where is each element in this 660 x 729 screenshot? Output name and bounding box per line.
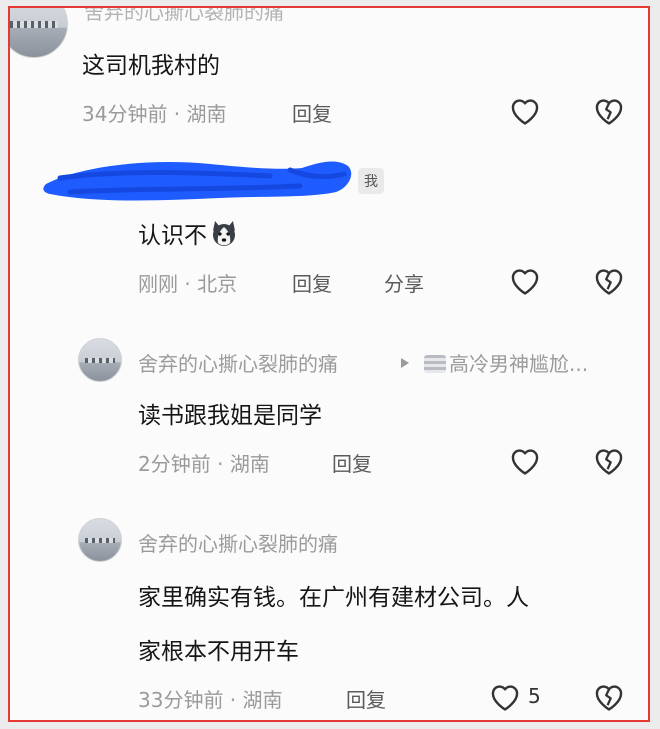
comment-username[interactable]: 舍弃的心撕心裂肺的痛 [84, 8, 284, 25]
redaction-scribble [43, 161, 352, 201]
comment-username[interactable]: 舍弃的心撕心裂肺的痛 [138, 528, 338, 557]
reply-target-avatar [424, 355, 446, 373]
reply-button[interactable]: 回复 [346, 684, 386, 713]
share-button[interactable]: 分享 [384, 268, 424, 297]
like-heart-icon[interactable] [488, 680, 522, 712]
dislike-broken-heart-icon[interactable] [592, 444, 626, 476]
reply-button[interactable]: 回复 [292, 268, 332, 297]
comment-meta: 2分钟前 · 湖南 [138, 448, 270, 477]
comment-time: 34分钟前 [82, 102, 168, 126]
avatar[interactable] [78, 518, 122, 562]
comment-time: 刚刚 [138, 272, 178, 296]
comment-location: 湖南 [242, 688, 283, 712]
comment-username[interactable]: 舍弃的心撕心裂肺的痛 [138, 348, 338, 377]
avatar[interactable] [10, 8, 68, 58]
reply-target[interactable]: 高冷男神尴尬... [424, 348, 588, 377]
reply-target-name: 高冷男神尴尬... [449, 352, 589, 376]
reply-arrow-icon [400, 354, 410, 373]
husky-dog-emoji-icon [209, 219, 239, 255]
comment-meta: 33分钟前 · 湖南 [138, 684, 283, 713]
like-heart-icon[interactable] [508, 94, 542, 126]
avatar[interactable] [78, 338, 122, 382]
meta-separator: · [178, 272, 198, 296]
comment-text: 这司机我村的 [82, 53, 220, 79]
me-badge: 我 [358, 168, 384, 194]
dislike-broken-heart-icon[interactable] [592, 680, 626, 712]
like-heart-icon[interactable] [508, 444, 542, 476]
dislike-broken-heart-icon[interactable] [592, 264, 626, 296]
comment-text-line: 家里确实有钱。在广州有建材公司。人 [138, 585, 529, 611]
comment-text-line: 家根本不用开车 [138, 639, 299, 665]
comment-text: 认识不 [138, 216, 239, 255]
comment-meta: 34分钟前 · 湖南 [82, 98, 227, 127]
reply-button[interactable]: 回复 [292, 98, 332, 127]
comment-meta: 刚刚 · 北京 [138, 268, 237, 297]
comment-location: 北京 [197, 272, 238, 296]
meta-separator: · [167, 102, 187, 126]
meta-separator: · [210, 452, 230, 476]
comment-time: 2分钟前 [138, 452, 211, 476]
like-count: 5 [528, 684, 541, 708]
comment-text: 读书跟我姐是同学 [138, 403, 322, 429]
comment-text-content: 认识不 [138, 223, 207, 249]
comment-time: 33分钟前 [138, 688, 224, 712]
meta-separator: · [223, 688, 243, 712]
comment-location: 湖南 [186, 102, 227, 126]
dislike-broken-heart-icon[interactable] [592, 94, 626, 126]
reply-button[interactable]: 回复 [332, 448, 372, 477]
comment-thread-panel: 舍弃的心撕心裂肺的痛 这司机我村的 34分钟前 · 湖南 回复 我 认识不 刚刚… [8, 6, 650, 722]
like-heart-icon[interactable] [508, 264, 542, 296]
comment-location: 湖南 [229, 452, 270, 476]
